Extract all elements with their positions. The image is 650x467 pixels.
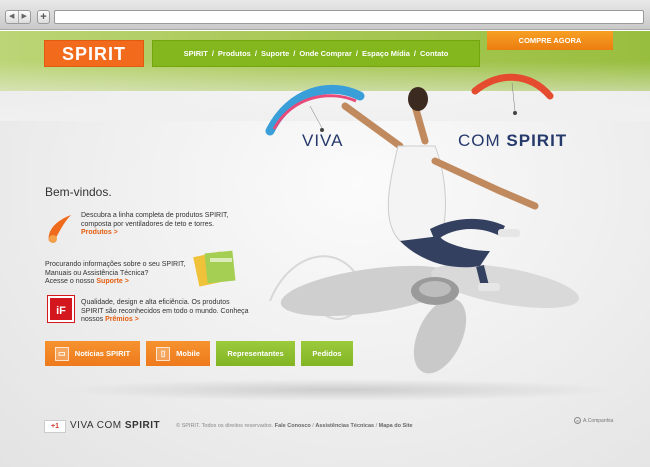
footer-link-contact[interactable]: Fale Conosco (275, 423, 311, 429)
feature-awards: Qualidade, design e alta eficiência. Os … (81, 299, 251, 325)
footer-link-assistance[interactable]: Assistências Técnicas (315, 423, 374, 429)
feature-products-text: Descubra a linha completa de produtos SP… (81, 212, 229, 228)
feature-products: Descubra a linha completa de produtos SP… (81, 212, 231, 238)
jumping-man (341, 87, 539, 291)
footer-links: © SPIRIT. Todos os direitos reservados. … (176, 423, 413, 429)
footer-brand-bold: SPIRIT (124, 420, 161, 431)
mobile-icon: ▯ (156, 346, 171, 361)
representatives-button[interactable]: Representantes (216, 341, 295, 366)
support-link[interactable]: Suporte > (96, 278, 128, 285)
representatives-button-label: Representantes (227, 349, 284, 358)
orders-button[interactable]: Pedidos (301, 341, 353, 366)
add-tab-button[interactable]: + (37, 10, 50, 24)
news-icon: ▭ (54, 346, 69, 361)
floor-shadow (60, 379, 620, 401)
products-icon[interactable] (45, 211, 75, 245)
nav-spirit[interactable]: SPIRIT (184, 49, 208, 58)
footer-brand: VIVA COM SPIRIT (70, 420, 160, 431)
hero-slogan-left: VIVA (302, 131, 344, 150)
back-icon[interactable]: ◀ (6, 11, 18, 23)
hero-slogan-com: COM (458, 131, 501, 150)
footer-brand-thin: VIVA COM (70, 420, 122, 431)
google-plus-button[interactable]: +1 (44, 420, 66, 433)
orders-button-label: Pedidos (312, 349, 342, 358)
browser-toolbar: ◀ ▶ + (0, 0, 650, 30)
agency-name: A.Companhia (583, 417, 614, 424)
products-link[interactable]: Produtos > (81, 229, 118, 236)
agency-credit[interactable]: a A.Companhia (574, 417, 613, 424)
if-award-icon[interactable]: iF (48, 296, 74, 322)
buy-now-button[interactable]: COMPRE AGORA (487, 31, 613, 50)
page: SPIRIT SPIRIT / Produtos / Suporte / Ond… (0, 31, 650, 467)
hero-slogan-right: COM SPIRIT (458, 131, 567, 151)
address-bar[interactable] (54, 10, 644, 24)
nav-separator: / (211, 49, 214, 58)
spirit-logo[interactable]: SPIRIT (44, 40, 144, 67)
news-button-label: Notícias SPIRIT (74, 349, 131, 358)
history-buttons: ◀ ▶ (5, 10, 31, 24)
feature-support: Procurando informações sobre o seu SPIRI… (45, 261, 195, 287)
support-text-line1: Procurando informações sobre o seu SPIRI… (45, 261, 186, 268)
manuals-icon[interactable] (192, 248, 238, 288)
welcome-heading: Bem-vindos. (45, 185, 112, 199)
mobile-button[interactable]: ▯ Mobile (146, 341, 210, 366)
mobile-button-label: Mobile (176, 349, 200, 358)
forward-icon[interactable]: ▶ (17, 11, 31, 23)
agency-logo-icon: a (574, 417, 581, 424)
footer-link-sitemap[interactable]: Mapa do Site (379, 423, 413, 429)
nav-produtos[interactable]: Produtos (218, 49, 251, 58)
awards-link[interactable]: Prêmios > (105, 316, 139, 323)
copyright-text: © SPIRIT. Todos os direitos reservados. (176, 423, 274, 429)
hero-slogan-spirit: SPIRIT (506, 131, 568, 150)
google-plus-label: +1 (51, 423, 59, 430)
hero-illustration (265, 73, 579, 374)
support-text-line3: Acesse o nosso (45, 278, 95, 285)
support-text-line2: Manuais ou Assistência Técnica? (45, 269, 149, 277)
news-button[interactable]: ▭ Notícias SPIRIT (45, 341, 140, 366)
